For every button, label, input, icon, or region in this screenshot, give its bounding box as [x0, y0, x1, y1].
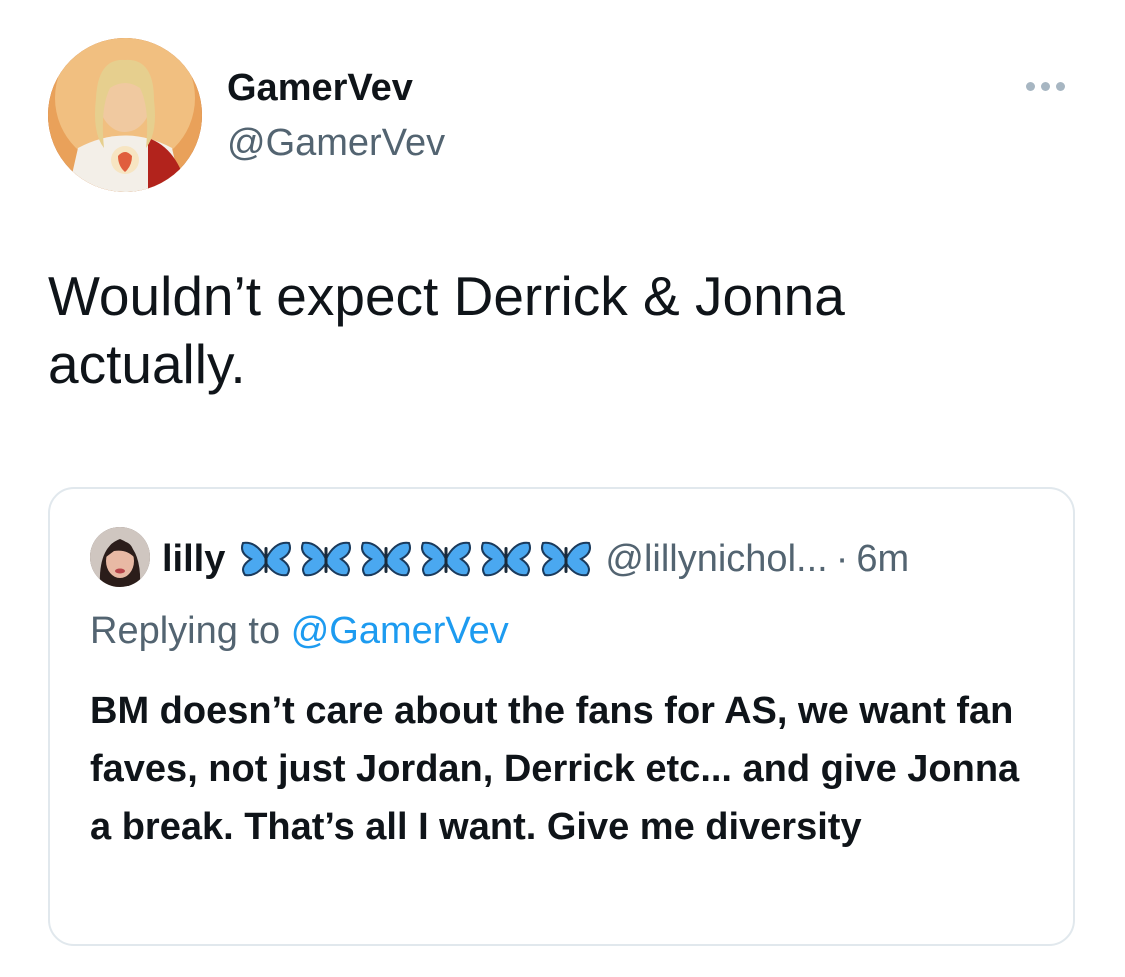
quoted-tweet-text: BM doesn’t care about the fans for AS, w… [90, 690, 1020, 848]
author-avatar[interactable] [48, 38, 202, 192]
butterfly-emoji-icon [481, 541, 532, 577]
author-handle[interactable]: @GamerVev [227, 122, 445, 165]
more-dot [1026, 81, 1035, 91]
butterfly-emoji-group [237, 539, 595, 579]
quoted-tweet[interactable]: lilly @lillynichol... · 6m Replying to @… [48, 487, 1075, 946]
avatar-image [48, 38, 202, 192]
author-display-name[interactable]: GamerVev [227, 67, 413, 110]
quoted-author-avatar[interactable] [90, 527, 150, 587]
butterfly-emoji-icon [541, 541, 592, 577]
quoted-timestamp[interactable]: 6m [856, 535, 909, 583]
replying-to-line: Replying to @GamerVev [90, 607, 509, 655]
quoted-author-handle[interactable]: @lillynichol... [605, 535, 827, 583]
quoted-header: lilly @lillynichol... · 6m [162, 535, 909, 583]
more-options-icon[interactable] [1026, 76, 1076, 96]
separator-dot: · [835, 538, 849, 580]
butterfly-emoji-icon [301, 541, 352, 577]
tweet-text: Wouldn’t expect Derrick & Jonna actually… [48, 265, 845, 395]
replying-to-link[interactable]: @GamerVev [291, 610, 509, 652]
more-dot [1056, 81, 1065, 91]
quoted-author-name[interactable]: lilly [162, 535, 225, 583]
replying-to-label: Replying to [90, 610, 281, 652]
butterfly-emoji-icon [241, 541, 292, 577]
butterfly-emoji-icon [421, 541, 472, 577]
avatar-image [90, 527, 150, 587]
more-dot [1041, 81, 1050, 91]
butterfly-emoji-icon [361, 541, 412, 577]
